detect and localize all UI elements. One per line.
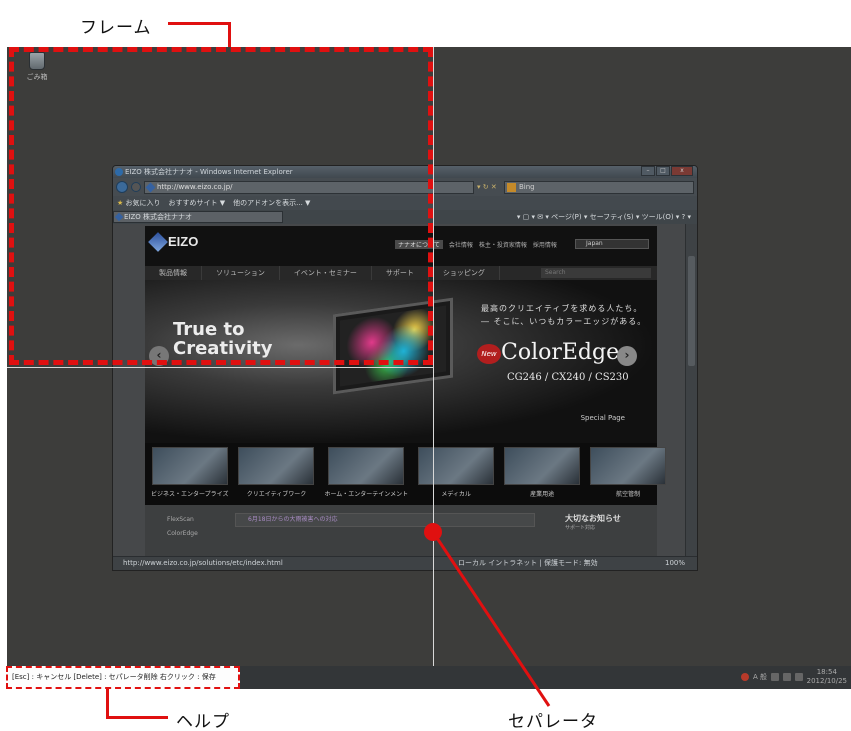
search-placeholder: Bing — [519, 182, 535, 191]
thumb-label: 航空管制 — [616, 491, 641, 498]
maximize-button[interactable]: □ — [656, 166, 670, 176]
thumb-atc[interactable]: 航空管制 — [590, 447, 667, 501]
separator-callout-label: セパレータ — [508, 712, 598, 731]
important-notice[interactable]: 大切なお知らせ サポート対応 — [565, 513, 621, 531]
bing-icon — [507, 182, 516, 192]
help-box: [Esc] : キャンセル [Delete] : セパレータ削除 右クリック :… — [6, 666, 240, 689]
vertical-separator[interactable] — [433, 47, 434, 689]
thumb-label: ビジネス・エンタープライズ — [151, 491, 229, 498]
language-select[interactable]: Japan — [575, 239, 649, 249]
thumb-home[interactable]: ホーム・エンターテインメント — [324, 447, 408, 501]
toplink-company[interactable]: 会社情報 — [449, 240, 473, 249]
system-tray: A 般 — [740, 672, 803, 682]
frame-callout-line-v — [228, 22, 231, 49]
site-lower-section: FlexScan ColorEdge 6月18日からの大雨被害への対応 大切なお… — [145, 505, 657, 558]
toplink-investors[interactable]: 株主・投資家情報 — [479, 240, 527, 249]
security-zone: ローカル イントラネット | 保護モード: 無効 — [458, 559, 598, 567]
toplink-careers[interactable]: 採用情報 — [533, 240, 557, 249]
carousel-next-icon[interactable]: › — [617, 346, 637, 366]
help-callout-label: ヘルプ — [176, 712, 230, 731]
thumb-business[interactable]: ビジネス・エンタープライズ — [151, 447, 228, 501]
thumb-label: ホーム・エンターテインメント — [324, 491, 409, 498]
help-callout-line-v — [106, 689, 109, 719]
hero-copy-line2: ― そこに、いつもカラーエッジがある。 — [481, 317, 647, 326]
news-link[interactable]: 6月18日からの大雨被害への対応 — [235, 513, 535, 527]
frame-callout-label: フレーム — [80, 18, 152, 38]
side-link-coloredge[interactable]: ColorEdge — [167, 527, 198, 541]
coloredge-brand: ColorEdge — [501, 340, 620, 365]
window-controls: – □ x — [641, 166, 693, 176]
status-bar: http://www.eizo.co.jp/solutions/etc/inde… — [113, 556, 697, 570]
thumb-industrial[interactable]: 産業用途 — [504, 447, 581, 501]
command-bar[interactable]: ▾ ▢ ▾ ✉ ▾ ページ(P) ▾ セーフティ(S) ▾ ツール(O) ▾ ?… — [517, 212, 697, 222]
status-url: http://www.eizo.co.jp/solutions/etc/inde… — [123, 559, 283, 567]
screenshot-stage: フレーム ごみ箱 EIZO 株式会社ナナオ - Windows Internet… — [0, 0, 851, 731]
tray-flag-icon[interactable] — [795, 673, 803, 681]
search-input[interactable]: Bing — [504, 180, 694, 194]
refresh-stop-icons[interactable]: ▾ ↻ ✕ — [477, 183, 501, 191]
tray-network-icon[interactable] — [771, 673, 779, 681]
frame-callout-line-h — [168, 22, 231, 25]
solution-thumbnails: ビジネス・エンタープライズ クリエイティブワーク ホーム・エンターテインメント … — [145, 443, 667, 505]
clock-date: 2012/10/25 — [806, 677, 847, 685]
model-list: CG246 / CX240 / CS230 — [507, 372, 629, 383]
tray-app-icon[interactable] — [740, 673, 749, 681]
nav-shopping[interactable]: ショッピング — [429, 266, 500, 280]
tray-volume-icon[interactable] — [783, 673, 791, 681]
notice-title: 大切なお知らせ — [565, 514, 621, 523]
product-side-links: FlexScan ColorEdge — [167, 513, 198, 541]
zoom-level[interactable]: 100% — [665, 557, 685, 570]
hero-copy-line1: 最高のクリエイティブを求める人たち。 — [481, 304, 643, 313]
close-button[interactable]: x — [671, 166, 693, 176]
taskbar-clock[interactable]: 18:54 2012/10/25 — [807, 668, 847, 686]
scroll-thumb[interactable] — [688, 256, 695, 366]
frame-highlight — [9, 47, 433, 365]
notice-subtitle: サポート対応 — [565, 525, 596, 531]
side-link-flexscan[interactable]: FlexScan — [167, 513, 198, 527]
thumb-label: メディカル — [441, 491, 471, 498]
new-badge: New — [477, 344, 501, 364]
special-page-link[interactable]: Special Page — [581, 414, 625, 422]
ime-indicator[interactable]: A 般 — [753, 672, 767, 682]
thumb-creative[interactable]: クリエイティブワーク — [238, 447, 315, 501]
clock-time: 18:54 — [816, 668, 837, 676]
thumb-label: クリエイティブワーク — [246, 491, 307, 498]
horizontal-separator[interactable] — [7, 367, 433, 368]
vertical-scrollbar[interactable] — [685, 224, 697, 558]
thumb-medical[interactable]: メディカル — [418, 447, 495, 501]
site-search-input[interactable]: Search — [541, 268, 651, 278]
thumb-label: 産業用途 — [530, 491, 555, 498]
minimize-button[interactable]: – — [641, 166, 655, 176]
separator-marker — [424, 523, 442, 541]
help-callout-line-h — [106, 716, 168, 719]
